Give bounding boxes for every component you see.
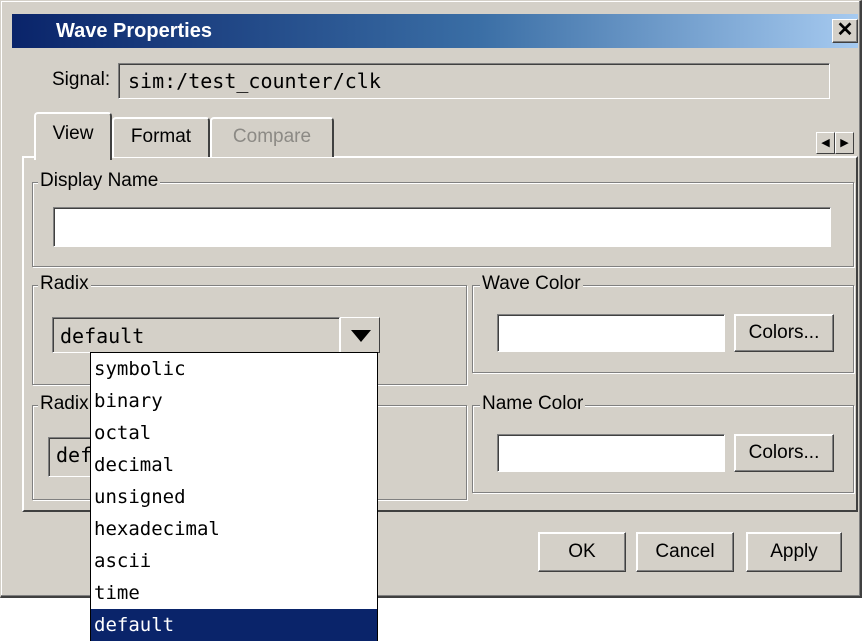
cancel-button[interactable]: Cancel <box>636 532 734 572</box>
radix-legend: Radix <box>38 273 91 295</box>
name-color-swatch[interactable] <box>497 434 725 472</box>
radix-option-time[interactable]: time <box>91 577 377 609</box>
wave-colors-button[interactable]: Colors... <box>734 314 834 352</box>
tab-compare: Compare <box>210 117 334 157</box>
signal-label: Signal: <box>52 69 111 90</box>
radix-option-hexadecimal[interactable]: hexadecimal <box>91 513 377 545</box>
radix-option-default[interactable]: default <box>91 609 377 641</box>
signal-value: sim:/test_counter/clk <box>128 69 381 93</box>
tab-scroll-arrows: ◀ ▶ <box>816 132 854 154</box>
scroll-right-icon[interactable]: ▶ <box>835 132 854 154</box>
radix-option-decimal[interactable]: decimal <box>91 449 377 481</box>
ok-button[interactable]: OK <box>538 532 626 572</box>
display-name-legend: Display Name <box>38 170 161 192</box>
ok-button-label: OK <box>568 541 596 562</box>
radix-option-symbolic[interactable]: symbolic <box>91 353 377 385</box>
apply-button[interactable]: Apply <box>746 532 842 572</box>
cancel-button-label: Cancel <box>655 541 715 562</box>
wave-colors-button-label: Colors... <box>748 322 820 343</box>
radix-option-ascii[interactable]: ascii <box>91 545 377 577</box>
tab-format[interactable]: Format <box>112 117 210 157</box>
display-name-input[interactable] <box>53 207 831 247</box>
radix-option-unsigned[interactable]: unsigned <box>91 481 377 513</box>
apply-button-label: Apply <box>770 541 818 562</box>
wave-color-legend: Wave Color <box>480 273 583 295</box>
radix-dropdown-list: symbolic binary octal decimal unsigned h… <box>90 352 378 641</box>
radix-legend-2: Radix <box>38 393 91 415</box>
tab-view[interactable]: View <box>34 112 112 160</box>
radix-select-2-value: def <box>56 443 93 467</box>
window-title: Wave Properties <box>56 20 212 42</box>
scroll-left-icon[interactable]: ◀ <box>816 132 835 154</box>
wave-color-swatch[interactable] <box>497 314 725 352</box>
close-icon: ✕ <box>836 19 854 41</box>
close-button[interactable]: ✕ <box>832 19 858 43</box>
chevron-down-icon <box>351 330 371 342</box>
name-colors-button[interactable]: Colors... <box>734 434 834 472</box>
name-color-legend: Name Color <box>480 393 586 415</box>
radix-option-octal[interactable]: octal <box>91 417 377 449</box>
radix-select-value: default <box>60 324 145 348</box>
name-colors-button-label: Colors... <box>748 442 820 463</box>
radix-option-binary[interactable]: binary <box>91 385 377 417</box>
radix-dropdown-button[interactable] <box>340 317 380 353</box>
